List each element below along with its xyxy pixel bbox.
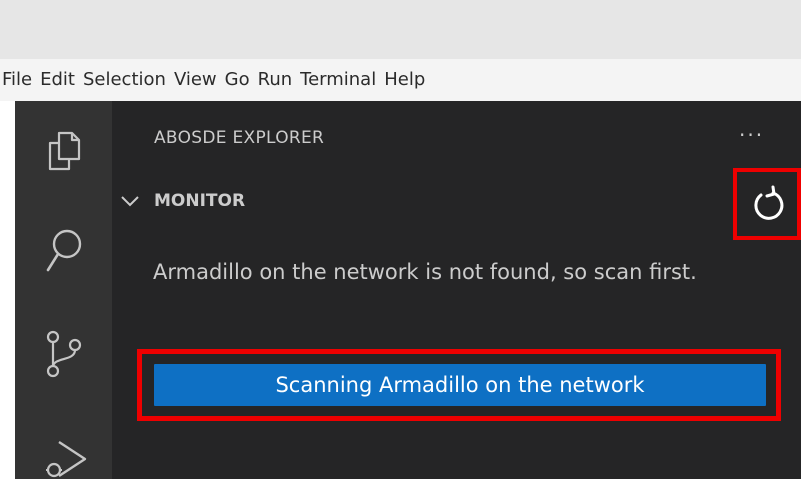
menu-go[interactable]: Go: [225, 59, 250, 101]
scan-armadillo-button[interactable]: Scanning Armadillo on the network: [154, 364, 766, 406]
activity-bar: [15, 101, 112, 479]
menu-help[interactable]: Help: [384, 59, 425, 101]
not-found-message: Armadillo on the network is not found, s…: [153, 260, 697, 284]
chevron-down-icon: [119, 191, 141, 215]
section-title: MONITOR: [154, 191, 246, 211]
menu-file[interactable]: File: [2, 59, 32, 101]
menu-edit[interactable]: Edit: [40, 59, 75, 101]
run-debug-icon[interactable]: [45, 439, 90, 483]
explorer-sidebar: ABOSDE EXPLORER ··· MONITOR Armadillo on…: [112, 101, 801, 479]
window-titlebar: [0, 0, 801, 59]
explorer-icon[interactable]: [45, 131, 83, 175]
monitor-section-header[interactable]: MONITOR: [112, 179, 801, 223]
search-icon[interactable]: [45, 226, 85, 280]
refresh-highlight: [733, 168, 801, 240]
more-actions-button[interactable]: ···: [739, 123, 764, 147]
refresh-icon[interactable]: [750, 185, 786, 227]
menu-selection[interactable]: Selection: [83, 59, 166, 101]
scan-button-highlight: Scanning Armadillo on the network: [137, 349, 781, 421]
menu-view[interactable]: View: [174, 59, 217, 101]
view-title: ABOSDE EXPLORER: [154, 128, 325, 148]
menu-terminal[interactable]: Terminal: [300, 59, 376, 101]
source-control-icon[interactable]: [45, 329, 85, 385]
menu-run[interactable]: Run: [258, 59, 293, 101]
menu-bar: File Edit Selection View Go Run Terminal…: [0, 59, 801, 101]
